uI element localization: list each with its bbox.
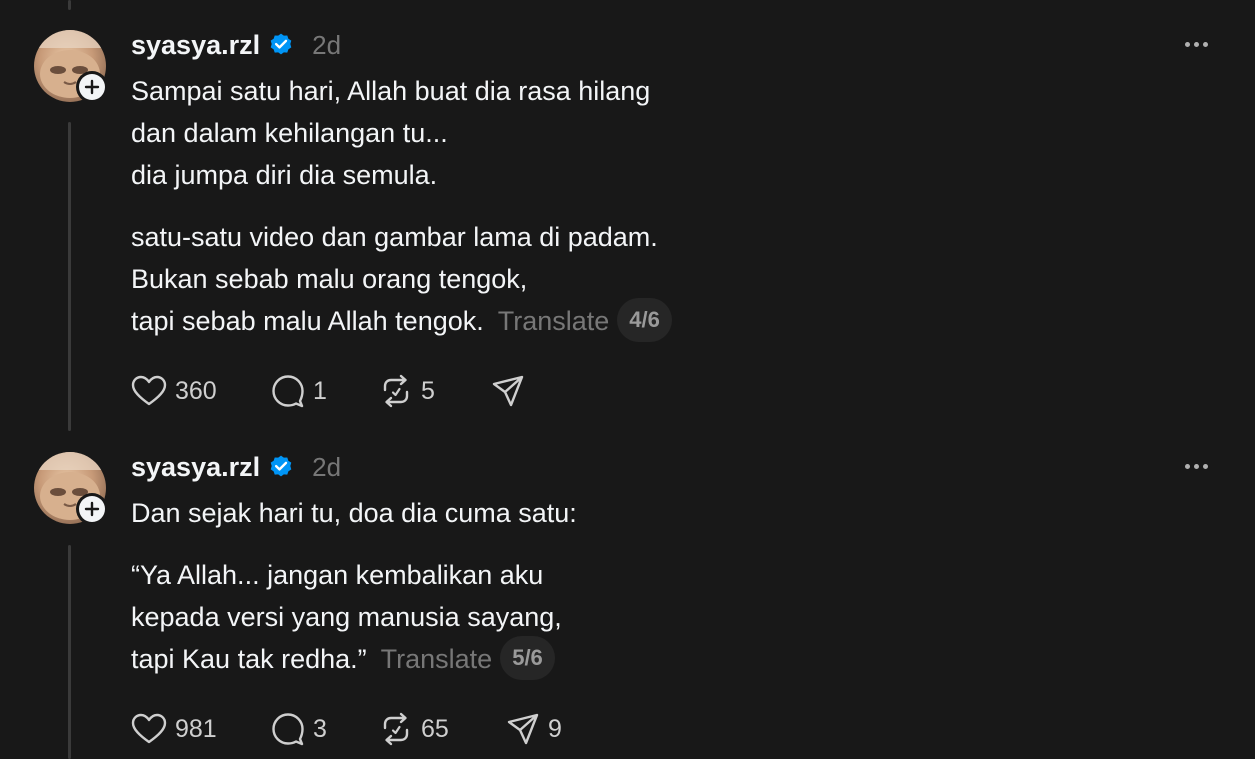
repost-icon (383, 712, 409, 746)
page-indicator-badge: 4/6 (617, 297, 672, 342)
translate-link[interactable]: Translate (381, 644, 493, 674)
post-text-line: Bukan sebab malu orang tengok, (131, 264, 528, 294)
like-count: 981 (175, 714, 217, 743)
action-bar: 360 1 5 (131, 373, 533, 409)
repost-count: 5 (421, 376, 435, 405)
more-options-icon[interactable] (1180, 32, 1212, 56)
repost-count: 65 (421, 714, 449, 743)
timestamp: 2d (312, 29, 342, 60)
verified-badge-icon (270, 33, 292, 55)
reply-count: 3 (313, 714, 327, 743)
reply-count: 1 (313, 376, 327, 405)
like-count: 360 (175, 376, 217, 405)
heart-icon (131, 713, 167, 744)
like-button[interactable]: 360 (131, 375, 271, 407)
share-button[interactable]: 9 (506, 712, 562, 746)
share-count: 9 (548, 714, 562, 743)
post-body: Sampai satu hari, Allah buat dia rasa hi… (131, 70, 672, 345)
thread-line (68, 122, 71, 431)
like-button[interactable]: 981 (131, 713, 271, 745)
share-icon (507, 713, 539, 745)
repost-button[interactable]: 5 (379, 374, 491, 408)
post-text-line: dan dalam kehilangan tu... (131, 118, 448, 148)
username[interactable]: syasya.rzl (131, 452, 260, 483)
timestamp: 2d (312, 451, 342, 482)
avatar-container (34, 30, 108, 103)
thread-feed: syasya.rzl 2d Sampai satu hari, Allah bu… (0, 0, 1255, 759)
post-text-line: dia jumpa diri dia semula. (131, 160, 438, 190)
post-text-line: satu-satu video dan gambar lama di padam… (131, 222, 658, 252)
action-bar: 981 3 65 9 (131, 711, 562, 747)
post-header: syasya.rzl 2d (131, 452, 341, 482)
verified-badge-icon (270, 455, 292, 477)
share-icon (492, 375, 524, 407)
reply-button[interactable]: 1 (271, 374, 379, 408)
thread-line (68, 0, 71, 10)
follow-button[interactable] (76, 493, 108, 525)
avatar-container (34, 452, 108, 525)
follow-plus-icon (84, 501, 100, 517)
post-text-line: Sampai satu hari, Allah buat dia rasa hi… (131, 76, 651, 106)
thread-line (68, 545, 71, 759)
post-text-line: tapi sebab malu Allah tengok. (131, 306, 484, 336)
page-indicator-badge: 5/6 (500, 635, 555, 680)
share-button[interactable] (491, 374, 533, 408)
reply-button[interactable]: 3 (271, 712, 379, 746)
comment-icon (272, 375, 304, 408)
post-header: syasya.rzl 2d (131, 30, 341, 60)
translate-link[interactable]: Translate (498, 306, 610, 336)
post-text-line-last: tapi sebab malu Allah tengok. Translate 4/… (131, 297, 672, 345)
post-text-line: “Ya Allah... jangan kembalikan aku (131, 560, 544, 590)
username[interactable]: syasya.rzl (131, 30, 260, 61)
repost-button[interactable]: 65 (379, 712, 506, 746)
repost-icon (383, 374, 409, 408)
comment-icon (272, 713, 304, 746)
more-options-icon[interactable] (1180, 454, 1212, 478)
post-text-line: kepada versi yang manusia sayang, (131, 602, 562, 632)
post-text-line-last: tapi Kau tak redha.” Translate 5/6 (131, 635, 577, 683)
post-text-line: tapi Kau tak redha.” (131, 644, 367, 674)
heart-icon (131, 375, 167, 406)
post-text-line: Dan sejak hari tu, doa dia cuma satu: (131, 498, 577, 528)
follow-button[interactable] (76, 71, 108, 103)
follow-plus-icon (84, 79, 100, 95)
post-body: Dan sejak hari tu, doa dia cuma satu: “Y… (131, 492, 577, 683)
